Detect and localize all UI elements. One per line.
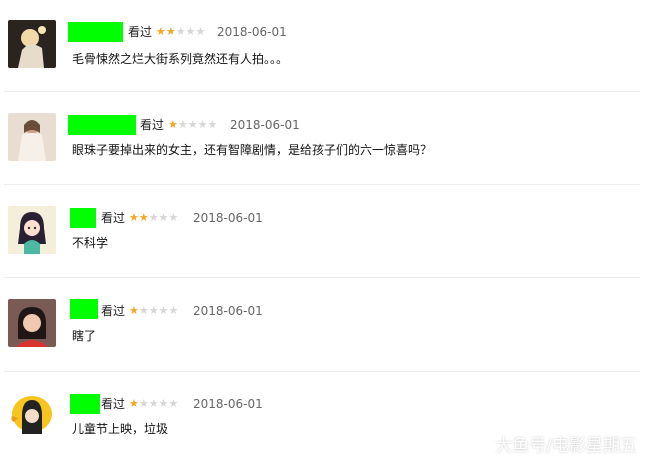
- review-comment: 不科学: [72, 236, 109, 250]
- avatar[interactable]: [8, 390, 56, 438]
- rating-stars: ★★★★★: [168, 118, 218, 131]
- username-redaction: [68, 115, 136, 135]
- username-redaction: [70, 299, 98, 319]
- username-redaction: [70, 208, 96, 228]
- divider: [4, 184, 640, 185]
- divider: [4, 371, 640, 372]
- review-date: 2018-06-01: [193, 397, 263, 411]
- rating-stars: ★★★★★: [129, 304, 179, 317]
- divider: [4, 91, 640, 92]
- avatar[interactable]: [8, 206, 56, 254]
- review-date: 2018-06-01: [230, 118, 300, 132]
- avatar[interactable]: [8, 113, 56, 161]
- avatar[interactable]: [8, 20, 56, 68]
- review-comment: 眼珠子要掉出来的女主，还有智障剧情，是给孩子们的六一惊喜吗？: [72, 143, 433, 157]
- review-date: 2018-06-01: [193, 304, 263, 318]
- username-redaction: [70, 394, 100, 414]
- rating-stars: ★★★★★: [129, 397, 179, 410]
- divider: [4, 277, 640, 278]
- review-date: 2018-06-01: [193, 211, 263, 225]
- watched-label: 看过: [101, 211, 126, 225]
- review-comment: 毛骨悚然之烂大街系列竟然还有人拍。。。: [72, 52, 289, 66]
- username-redaction: [68, 22, 123, 42]
- watched-label: 看过: [101, 397, 126, 411]
- watched-label: 看过: [101, 304, 126, 318]
- rating-stars: ★★★★★: [156, 25, 206, 38]
- review-comment: 瞎了: [72, 329, 97, 343]
- review-comment: 儿童节上映，垃圾: [72, 422, 169, 436]
- rating-stars: ★★★★★: [129, 211, 179, 224]
- review-date: 2018-06-01: [217, 25, 287, 39]
- watermark: 大鱼号/电影星期五: [495, 436, 637, 456]
- avatar[interactable]: [8, 299, 56, 347]
- watched-label: 看过: [128, 25, 153, 39]
- watched-label: 看过: [140, 118, 165, 132]
